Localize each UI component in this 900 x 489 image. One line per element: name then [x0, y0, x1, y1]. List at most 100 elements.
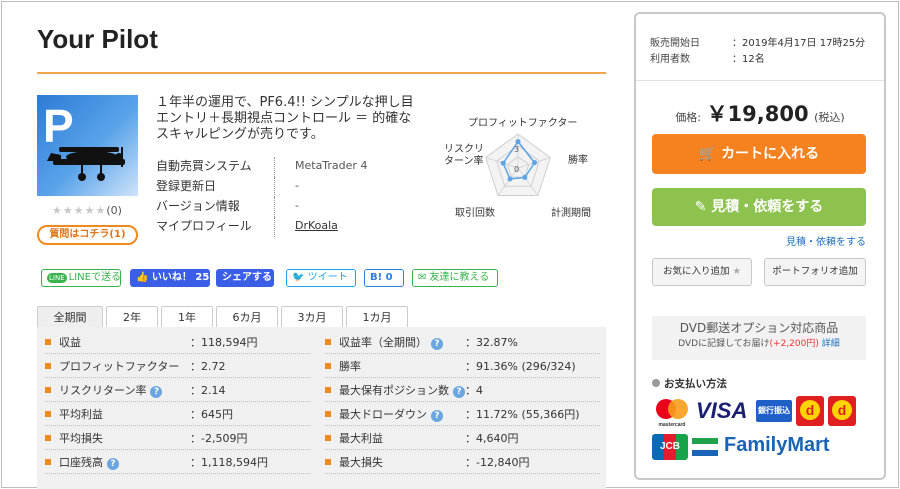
spec-row: 自動売買システム MetaTrader 4 — [156, 157, 421, 177]
stat-row: 最大保有ポジション数? ：4 — [325, 380, 600, 402]
bullet-icon — [325, 411, 331, 417]
sidebar-divider — [636, 80, 884, 81]
tab-all[interactable]: 全期間 — [37, 306, 103, 328]
stat-value: ：1,118,594円 — [190, 456, 268, 469]
radar-chart: プロフィットファクター 勝率 計測期間 取引回数 リスクリ ターン率 3 0 — [444, 110, 598, 220]
page-title: Your Pilot — [37, 24, 158, 54]
bullet-icon — [45, 411, 51, 417]
dvd-option-price: (+2,200円) — [769, 339, 819, 349]
help-icon[interactable]: ? — [453, 386, 465, 398]
release-date-label: 販売開始日 — [650, 38, 700, 49]
radar-scale-zero: 0 — [514, 165, 519, 174]
familymart-logo: FamilyMart — [724, 434, 830, 456]
spec-label: バージョン情報 — [156, 199, 240, 213]
pencil-icon: ✎ — [694, 199, 707, 215]
dpoint-icon: d — [800, 400, 820, 420]
star-icons: ★★★★★ — [52, 204, 107, 217]
bullet-icon — [45, 459, 51, 465]
release-date-value: ：2019年4月17日 17時25分 — [732, 38, 866, 49]
spec-value: MetaTrader 4 — [274, 157, 421, 177]
dpoint-logo: d — [796, 396, 824, 426]
users-row: 利用者数 ：12名 — [650, 52, 865, 68]
dvd-option-title: DVD郵送オプション対応商品 — [679, 321, 839, 335]
facebook-share-button[interactable]: シェアする — [216, 269, 274, 287]
add-to-cart-label: カートに入れる — [721, 146, 820, 162]
request-quote-link[interactable]: 見積・依頼をする — [786, 233, 866, 248]
add-to-cart-button[interactable]: 🛒 カートに入れる — [652, 134, 866, 174]
stat-value: ：2.72 — [190, 360, 226, 373]
dvd-detail-link[interactable]: 詳細 — [822, 339, 840, 349]
tab-2y[interactable]: 2年 — [106, 306, 158, 328]
add-portfolio-button[interactable]: ポートフォリオ追加 — [764, 258, 866, 286]
stat-value: ：91.36% (296/324) — [465, 360, 576, 373]
radar-point-profit_factor — [515, 139, 521, 145]
tab-1y[interactable]: 1年 — [161, 306, 213, 328]
product-thumbnail[interactable]: P — [37, 95, 138, 196]
radar-point-win_rate — [532, 160, 538, 166]
request-quote-label: 見積・依頼をする — [711, 199, 824, 215]
question-button[interactable]: 質問はコチラ(1) — [37, 225, 138, 245]
profile-link[interactable]: DrKoala — [274, 217, 421, 237]
stat-label: 最大利益 — [339, 432, 383, 445]
line-icon: LINE — [47, 273, 67, 283]
help-icon[interactable]: ? — [150, 386, 163, 398]
stat-value: ：32.87% — [465, 336, 518, 349]
stat-value: ：2.14 — [190, 384, 226, 397]
spec-row: バージョン情報 - — [156, 197, 421, 217]
tab-3m[interactable]: 3カ月 — [281, 306, 343, 328]
stat-value: ：4,640円 — [465, 432, 519, 445]
spec-value: - — [274, 177, 421, 197]
purchase-panel: 販売開始日 ：2019年4月17日 17時25分 利用者数 ：12名 価格: ￥… — [634, 12, 886, 480]
dvd-option-box: DVD郵送オプション対応商品 DVDに記録してお届け(+2,200円) 詳細 — [652, 316, 866, 360]
stat-row: 収益率（全期間）? ：32.87% — [325, 332, 600, 354]
price-value: ￥19,800 — [706, 102, 809, 126]
title-divider — [37, 72, 606, 74]
period-tabs: 全期間 2年 1年 6カ月 3カ月 1カ月 — [37, 306, 411, 328]
stat-row: リスクリターン率? ：2.14 — [45, 380, 310, 402]
jcb-logo: JCB — [652, 434, 688, 460]
tweet-button[interactable]: 🐦 ツイート — [286, 269, 356, 287]
mastercard-logo: mastercard — [652, 396, 692, 428]
facebook-like-button[interactable]: 👍 いいね！ 25 — [130, 269, 210, 287]
bullet-icon — [325, 459, 331, 465]
line-share-button[interactable]: LINE LINEで送る — [41, 269, 121, 287]
payment-methods-label: お支払い方法 — [664, 378, 727, 390]
bullet-icon — [45, 363, 51, 369]
stat-label: 最大ドローダウン — [339, 408, 427, 421]
rating-stars: ★★★★★(0) — [52, 204, 122, 217]
hatena-bookmark-button[interactable]: B! 0 — [364, 269, 404, 287]
tweet-label: ツイート — [307, 272, 348, 283]
request-quote-button[interactable]: ✎ 見積・依頼をする — [652, 188, 866, 226]
mastercard-text: mastercard — [659, 422, 686, 428]
help-icon[interactable]: ? — [107, 458, 119, 470]
product-description: １年半の運用で、PF6.4!! シンプルな押し目エントリ＋長期視点コントロール … — [156, 95, 414, 142]
line-share-label: LINEで送る — [68, 272, 121, 283]
spec-label: マイプロフィール — [156, 219, 252, 233]
stat-label: 平均利益 — [59, 408, 103, 421]
sales-info: 販売開始日 ：2019年4月17日 17時25分 利用者数 ：12名 — [650, 36, 865, 68]
cart-icon: 🛒 — [698, 146, 717, 162]
tab-6m[interactable]: 6カ月 — [216, 306, 278, 328]
radar-point-risk_return — [500, 160, 506, 166]
help-icon[interactable]: ? — [431, 338, 443, 350]
spec-label: 登録更新日 — [156, 179, 217, 193]
tell-friend-button[interactable]: ✉ 友達に教える — [412, 269, 498, 287]
add-favorite-label: お気に入り追加 — [662, 266, 730, 277]
help-icon[interactable]: ? — [431, 410, 443, 422]
add-favorite-button[interactable]: お気に入り追加 ★ — [652, 258, 752, 286]
stat-value: ：4 — [465, 384, 483, 397]
stat-value: ：118,594円 — [190, 336, 258, 349]
bullet-icon — [45, 339, 51, 345]
airplane-icon — [47, 147, 125, 181]
stat-label: 口座残高 — [59, 456, 103, 469]
bullet-icon — [325, 339, 331, 345]
price-label: 価格: — [675, 111, 702, 124]
bullet-icon — [45, 387, 51, 393]
stat-label: 収益 — [59, 336, 81, 349]
bullet-icon — [45, 435, 51, 441]
rating-count: (0) — [106, 204, 122, 217]
bullet-icon — [325, 387, 331, 393]
tab-1m[interactable]: 1カ月 — [346, 306, 408, 328]
spec-row: マイプロフィール DrKoala — [156, 217, 421, 237]
dvd-option-sub: DVDに記録してお届け(+2,200円) 詳細 — [652, 336, 866, 352]
